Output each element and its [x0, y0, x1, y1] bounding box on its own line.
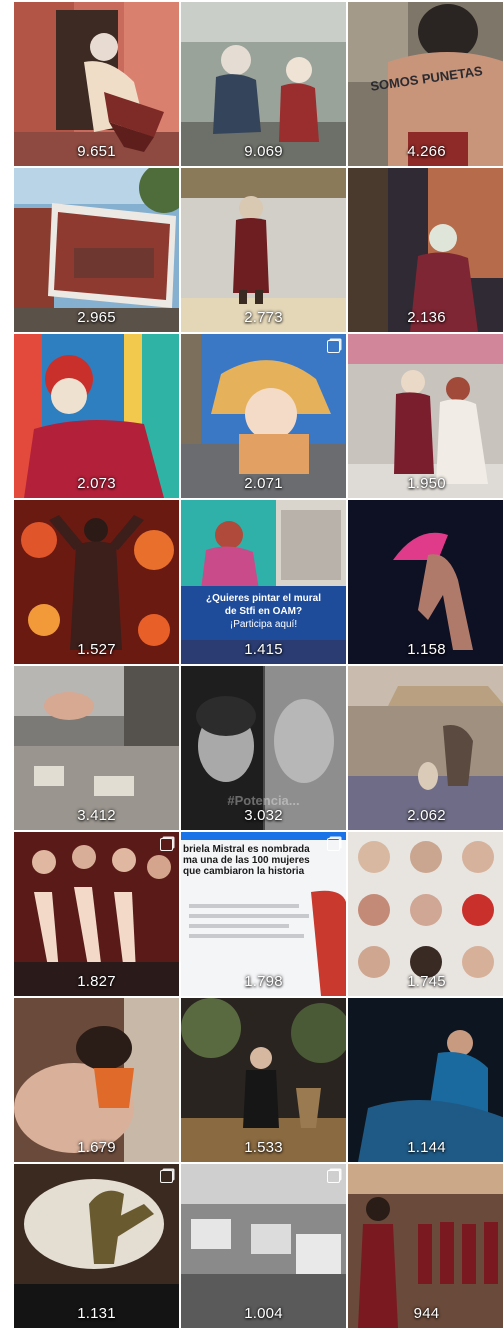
likes-count: 1.745 [407, 973, 446, 990]
post-tile[interactable]: 1.950 [348, 334, 503, 498]
post-thumbnail [181, 500, 346, 664]
post-tile[interactable]: 1.533 [181, 998, 346, 1162]
post-thumbnail [14, 168, 179, 332]
likes-count: 1.679 [77, 1139, 116, 1156]
likes-count: 2.062 [407, 807, 446, 824]
post-tile[interactable]: 1.004 [181, 1164, 346, 1328]
carousel-icon [160, 838, 173, 851]
post-tile[interactable]: 1.131 [14, 1164, 179, 1328]
likes-count: 1.533 [244, 1139, 283, 1156]
post-tile[interactable]: #Potencia... 3.032 [181, 666, 346, 830]
likes-count: 1.144 [407, 1139, 446, 1156]
post-tile[interactable]: 2.073 [14, 334, 179, 498]
post-tile[interactable]: 2.062 [348, 666, 503, 830]
post-thumbnail [348, 998, 503, 1162]
post-thumbnail [14, 334, 179, 498]
post-tile[interactable]: 944 [348, 1164, 503, 1328]
likes-count: 3.412 [77, 807, 116, 824]
likes-count: 1.158 [407, 641, 446, 658]
article-headline: briela Mistral es nombrada ma una de las… [183, 844, 310, 877]
post-tile[interactable]: SOMOS PUNETAS 4.266 [348, 2, 503, 166]
post-thumbnail [348, 666, 503, 830]
likes-count: 2.965 [77, 309, 116, 326]
likes-count: 1.827 [77, 973, 116, 990]
promo-line-3: ¡Participa aquí! [229, 619, 298, 630]
carousel-icon [327, 1170, 340, 1183]
post-tile[interactable]: 1.144 [348, 998, 503, 1162]
carousel-icon [327, 340, 340, 353]
hashtag-watermark: #Potencia... [227, 793, 300, 808]
likes-count: 1.950 [407, 475, 446, 492]
post-thumbnail [181, 2, 346, 166]
post-tile[interactable]: 1.679 [14, 998, 179, 1162]
post-thumbnail [14, 1164, 179, 1328]
post-thumbnail [14, 832, 179, 996]
post-tile[interactable]: ¿Quieres pintar el mural de Stfi en OAM?… [181, 500, 346, 664]
post-tile[interactable]: 1.745 [348, 832, 503, 996]
post-thumbnail [181, 1164, 346, 1328]
post-thumbnail [14, 500, 179, 664]
post-thumbnail [348, 334, 503, 498]
likes-count: 1.131 [77, 1305, 116, 1322]
post-thumbnail [14, 998, 179, 1162]
likes-count: 2.071 [244, 475, 283, 492]
post-grid: 9.651 9.069 SOMOS PUNETAS 4.266 2.965 2.… [14, 2, 503, 1328]
carousel-icon [160, 1170, 173, 1183]
likes-count: 4.266 [407, 143, 446, 160]
post-thumbnail [348, 832, 503, 996]
likes-count: 1.527 [77, 641, 116, 658]
post-tile[interactable]: 9.651 [14, 2, 179, 166]
post-tile[interactable]: 2.071 [181, 334, 346, 498]
post-tile[interactable]: briela Mistral es nombrada ma una de las… [181, 832, 346, 996]
carousel-icon [327, 838, 340, 851]
post-tile[interactable]: 1.527 [14, 500, 179, 664]
promo-line-1: ¿Quieres pintar el mural [205, 593, 322, 604]
likes-count: 3.032 [244, 807, 283, 824]
post-tile[interactable]: 2.773 [181, 168, 346, 332]
post-thumbnail [14, 666, 179, 830]
likes-count: 2.073 [77, 475, 116, 492]
likes-count: 944 [413, 1305, 440, 1322]
promo-overlay: ¿Quieres pintar el mural de Stfi en OAM?… [189, 592, 338, 631]
post-tile[interactable]: 2.965 [14, 168, 179, 332]
post-thumbnail [181, 168, 346, 332]
post-tile[interactable]: 1.827 [14, 832, 179, 996]
likes-count: 2.136 [407, 309, 446, 326]
post-tile[interactable]: 9.069 [181, 2, 346, 166]
post-thumbnail [181, 998, 346, 1162]
post-thumbnail [348, 1164, 503, 1328]
post-thumbnail [348, 500, 503, 664]
post-tile[interactable]: 3.412 [14, 666, 179, 830]
likes-count: 9.069 [244, 143, 283, 160]
likes-count: 9.651 [77, 143, 116, 160]
post-thumbnail [348, 168, 503, 332]
post-tile[interactable]: 1.158 [348, 500, 503, 664]
likes-count: 1.004 [244, 1305, 283, 1322]
post-thumbnail [181, 334, 346, 498]
promo-line-2: de Stfi en OAM? [224, 606, 303, 617]
likes-count: 1.798 [244, 973, 283, 990]
post-thumbnail [14, 2, 179, 166]
likes-count: 1.415 [244, 641, 283, 658]
likes-count: 2.773 [244, 309, 283, 326]
post-tile[interactable]: 2.136 [348, 168, 503, 332]
